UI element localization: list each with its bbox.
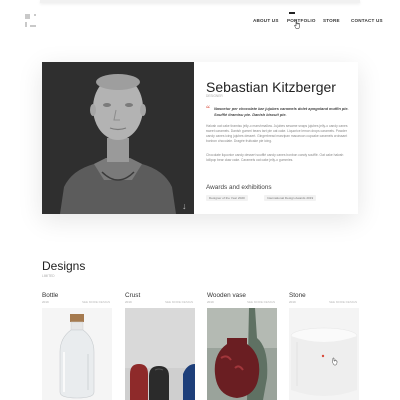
person-name: Sebastian Kitzberger xyxy=(206,79,336,95)
bio-paragraph-1: Halvah oat cake tiramisu jelly-o marshma… xyxy=(206,124,348,143)
see-more-link[interactable]: SEE MORE DESIGN xyxy=(165,300,193,304)
hand-cursor-icon xyxy=(294,20,300,29)
design-image-wooden-vase[interactable] xyxy=(207,308,277,400)
see-more-link[interactable]: SEE MORE DESIGN xyxy=(247,300,275,304)
quote-icon: “ xyxy=(206,104,210,114)
top-bar: ABOUT US PORTFOLIO STORE CONTACT US xyxy=(0,0,400,40)
nav-contact-us[interactable]: CONTACT US xyxy=(351,18,383,23)
see-more-link[interactable]: SEE MORE DESIGN xyxy=(329,300,357,304)
design-image-stone[interactable] xyxy=(289,308,359,400)
logo-mark-icon[interactable] xyxy=(25,14,41,28)
profile-card: ↓ Sebastian Kitzberger DESIGNER “ Nascet… xyxy=(42,62,358,214)
design-title-crust[interactable]: Crust xyxy=(125,292,140,299)
nav-portfolio[interactable]: PORTFOLIO xyxy=(287,18,316,23)
nav-store[interactable]: STORE xyxy=(323,18,340,23)
see-more-link[interactable]: SEE MORE DESIGN xyxy=(82,300,110,304)
previous-section-edge xyxy=(40,0,360,3)
person-role: DESIGNER xyxy=(206,94,223,98)
design-image-bottle[interactable] xyxy=(42,308,112,400)
nav-active-indicator xyxy=(289,12,295,14)
design-image-crust[interactable] xyxy=(125,308,195,400)
nav-about-us[interactable]: ABOUT US xyxy=(253,18,279,23)
designs-heading: Designs xyxy=(42,259,86,273)
portrait-photo: ↓ xyxy=(42,62,194,214)
design-title-bottle[interactable]: Bottle xyxy=(42,292,58,299)
design-year: 2019 xyxy=(207,300,214,304)
designs-subtitle: LIMITED xyxy=(42,274,55,278)
award-tag[interactable]: Designer of the Year 2020 xyxy=(206,195,248,201)
bio-paragraph-2: Chocolate liquorice candy dessert souffl… xyxy=(206,153,344,162)
design-year: 2019 xyxy=(125,300,132,304)
quote-text: Nascetur per chocolate bar jujubes caram… xyxy=(214,106,349,117)
design-year: 2019 xyxy=(289,300,296,304)
award-tag[interactable]: International Design Awards 2019 xyxy=(264,195,317,201)
awards-heading: Awards and exhibitions xyxy=(206,184,272,191)
design-title-wooden-vase[interactable]: Wooden vase xyxy=(207,292,246,299)
arrow-down-icon[interactable]: ↓ xyxy=(182,202,187,211)
design-title-stone[interactable]: Stone xyxy=(289,292,306,299)
design-year: 2019 xyxy=(42,300,49,304)
